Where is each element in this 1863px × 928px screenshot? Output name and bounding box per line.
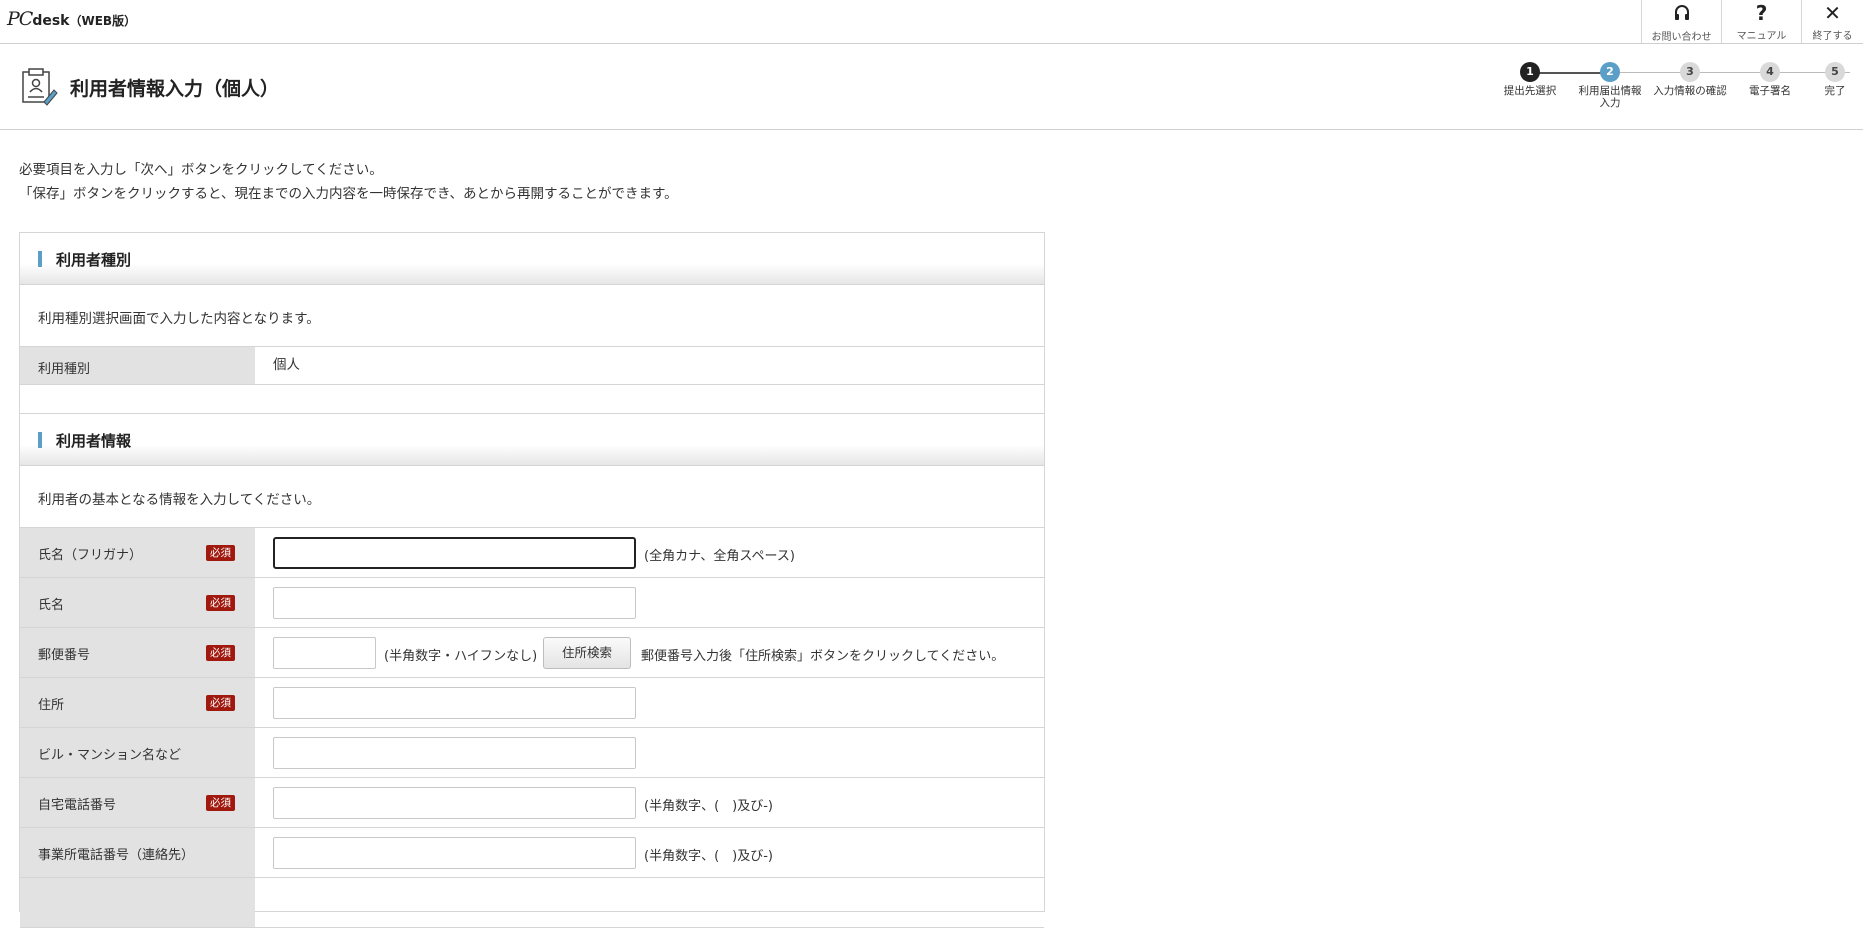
user-type-value: 個人	[273, 357, 300, 373]
question-icon: ?	[1755, 1, 1768, 25]
section-description: 利用者の基本となる情報を入力してください。	[20, 466, 1044, 528]
progress-steps: 1 提出先選択 2 利用届出情報入力 3 入力情報の確認 4 電子署名 5 完了	[1490, 62, 1863, 118]
row-furigana: 氏名（フリガナ） 必須 (全角カナ、全角スペース)	[20, 528, 1044, 578]
page-title: 利用者情報入力（個人）	[70, 78, 280, 100]
app-logo: PCdesk（WEB版）	[7, 8, 137, 30]
step-4: 4 電子署名	[1730, 62, 1810, 97]
section-description: 利用種別選択画面で入力した内容となります。	[20, 285, 1044, 347]
row-user-type: 利用種別 個人	[20, 347, 1044, 385]
required-badge: 必須	[206, 645, 235, 661]
row-name: 氏名 必須	[20, 578, 1044, 628]
step-3: 3 入力情報の確認	[1650, 62, 1730, 97]
row-home-phone: 自宅電話番号 必須 (半角数字、( )及び-)	[20, 778, 1044, 828]
address-input[interactable]	[273, 687, 636, 719]
manual-button[interactable]: ? マニュアル	[1721, 0, 1801, 43]
address-search-button[interactable]: 住所検索	[543, 637, 631, 669]
name-input[interactable]	[273, 587, 636, 619]
postal-code-input[interactable]	[273, 637, 376, 669]
office-phone-input[interactable]	[273, 837, 636, 869]
required-badge: 必須	[206, 595, 235, 611]
close-icon: ✕	[1824, 1, 1841, 25]
user-form-icon	[22, 68, 58, 106]
exit-button[interactable]: ✕ 終了する	[1801, 0, 1863, 43]
intro-text: 必要項目を入力し「次へ」ボタンをクリックしてください。 「保存」ボタンをクリック…	[19, 162, 678, 202]
step-5: 5 完了	[1810, 62, 1860, 97]
row-postal: 郵便番号 必須 (半角数字・ハイフンなし) 住所検索 郵便番号入力後「住所検索」…	[20, 628, 1044, 678]
form-panel: 利用者種別 利用種別選択画面で入力した内容となります。 利用種別 個人 利用者情…	[19, 232, 1045, 928]
building-input[interactable]	[273, 737, 636, 769]
contact-button[interactable]: お問い合わせ	[1641, 0, 1721, 43]
top-bar: PCdesk（WEB版） お問い合わせ ? マニュアル ✕ 終了する	[0, 0, 1863, 44]
required-badge: 必須	[206, 795, 235, 811]
row-office-phone: 事業所電話番号（連絡先） (半角数字、( )及び-)	[20, 828, 1044, 878]
step-2: 2 利用届出情報入力	[1570, 62, 1650, 109]
required-badge: 必須	[206, 545, 235, 561]
headset-icon	[1674, 5, 1689, 20]
row-address: 住所 必須	[20, 678, 1044, 728]
home-phone-input[interactable]	[273, 787, 636, 819]
section-header-user-type: 利用者種別	[20, 233, 1044, 285]
row-next	[20, 878, 1044, 928]
row-building: ビル・マンション名など	[20, 728, 1044, 778]
required-badge: 必須	[206, 695, 235, 711]
furigana-input[interactable]	[273, 537, 636, 569]
step-1: 1 提出先選択	[1490, 62, 1570, 97]
section-header-user-info: 利用者情報	[20, 414, 1044, 466]
